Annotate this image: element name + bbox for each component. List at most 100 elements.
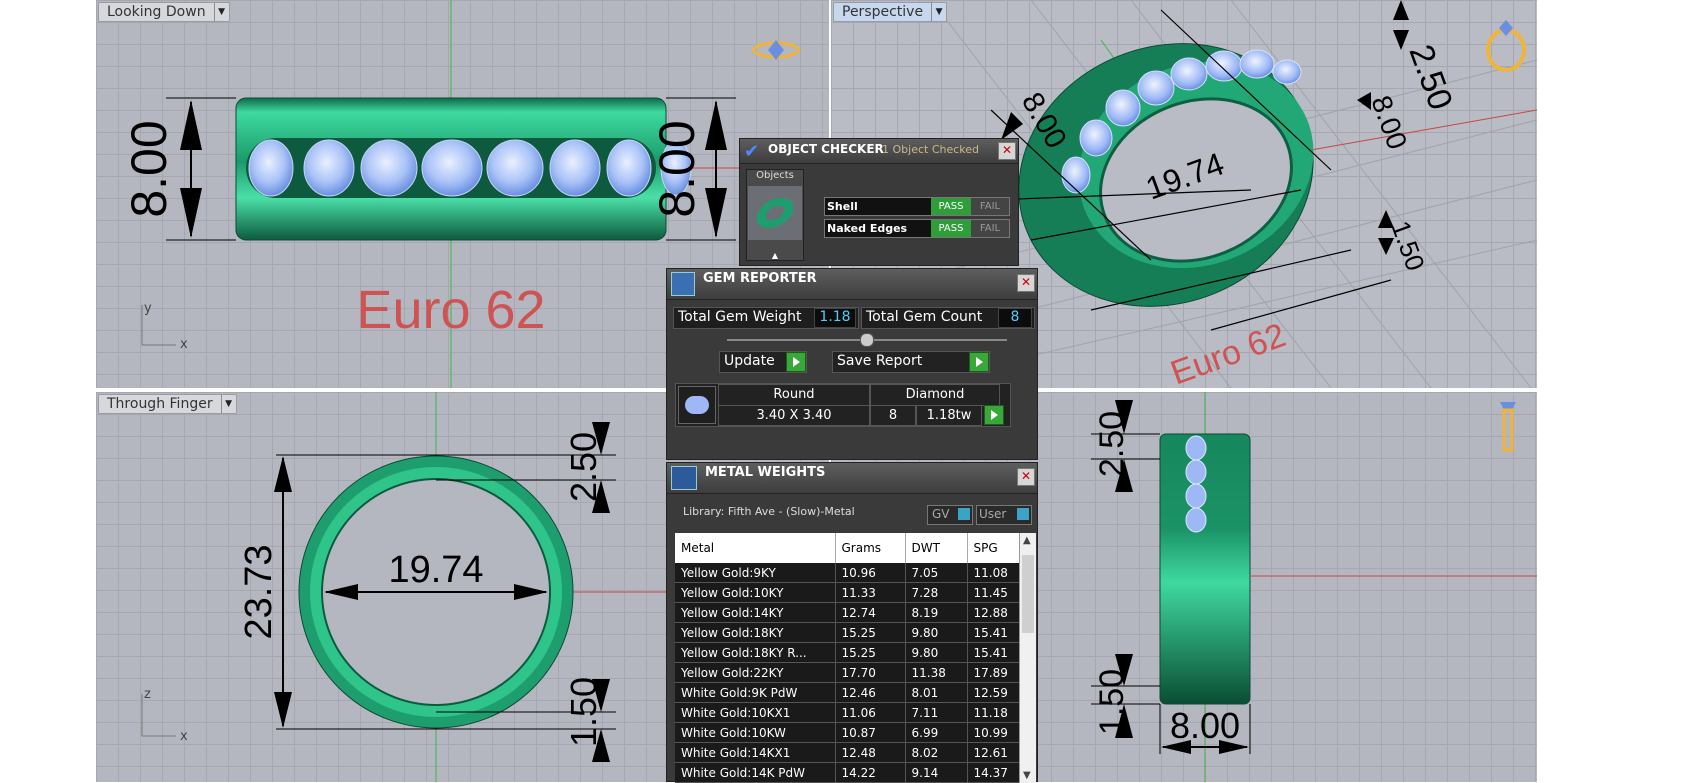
spg-cell: 12.88	[967, 602, 1019, 623]
table-row[interactable]: Yellow Gold:22KY 17.70 11.38 17.89	[675, 662, 1019, 683]
viewport-label-looking-down[interactable]: Looking Down ▼	[98, 2, 230, 22]
chevron-down-icon[interactable]: ▼	[931, 3, 946, 21]
grams-cell: 11.06	[835, 702, 906, 723]
scroll-thumb	[1022, 555, 1034, 633]
table-row[interactable]: Yellow Gold:18KY 15.25 9.80 15.41	[675, 622, 1019, 643]
table-row[interactable]: White Gold:10KX1 11.06 7.11 11.18	[675, 702, 1019, 723]
metal-weights-icon	[671, 466, 697, 490]
gem-reporter-titlebar[interactable]: GEM REPORTER ✕	[667, 269, 1037, 300]
total-gem-weight: Total Gem Weight 1.18	[673, 307, 859, 329]
gv-toggle[interactable]: GV	[927, 505, 973, 525]
user-toggle[interactable]: User	[976, 505, 1032, 525]
dim-persp-bottom: 1.50	[1385, 217, 1431, 275]
close-icon[interactable]: ✕	[1017, 468, 1035, 486]
close-icon[interactable]: ✕	[998, 142, 1016, 160]
dwt-cell: 8.02	[905, 742, 968, 763]
dim-persp-top: 2.50	[1401, 40, 1459, 115]
table-row[interactable]: White Gold:14K PdW 14.22 9.14 14.37	[675, 762, 1019, 783]
dwt-cell: 6.99	[905, 722, 968, 743]
metal-name-cell: White Gold:14KX1	[675, 742, 836, 763]
metal-name-cell: White Gold:10KW	[675, 722, 836, 743]
grams-cell: 12.48	[835, 742, 906, 763]
dim-band-width: 8.00	[1170, 705, 1240, 746]
spg-cell: 12.61	[967, 742, 1019, 763]
dim-outer-height: 23.73	[238, 544, 280, 639]
table-row[interactable]: White Gold:9K PdW 12.46 8.01 12.59	[675, 682, 1019, 703]
dwt-cell: 9.14	[905, 762, 968, 783]
grams-cell: 12.46	[835, 682, 906, 703]
gem-size: 3.40 X 3.40	[718, 405, 870, 426]
spg-cell: 11.18	[967, 702, 1019, 723]
objects-thumbnail[interactable]: Objects ▲	[746, 169, 804, 261]
gem-slider[interactable]	[727, 333, 1007, 347]
metal-weights-panel: METAL WEIGHTS ✕ Library: Fifth Ave - (Sl…	[666, 462, 1038, 783]
dim-bottom-thickness: 1.50	[563, 677, 604, 747]
chevron-down-icon: ▼	[1023, 770, 1031, 781]
table-row[interactable]: Yellow Gold:10KY 11.33 7.28 11.45	[675, 582, 1019, 603]
dim-inner-diameter: 19.74	[388, 549, 483, 591]
dwt-cell: 11.38	[905, 662, 968, 683]
dwt-cell: 7.28	[905, 582, 968, 603]
viewport-label-perspective[interactable]: Perspective ▼	[833, 2, 948, 22]
check-row-naked-edges: Naked Edges PASS FAIL	[824, 219, 1010, 238]
gem-shape: Round	[718, 384, 870, 406]
object-checker-titlebar[interactable]: ✔ OBJECT CHECKER 1 Object Checked ✕	[740, 139, 1018, 164]
ring-profile-icon	[1500, 402, 1516, 452]
grams-cell: 11.33	[835, 582, 906, 603]
table-header: Metal Grams DWT SPG	[675, 533, 1019, 563]
object-checker-title: OBJECT CHECKER	[768, 142, 884, 156]
gem-report-icon	[671, 272, 695, 296]
pass-badge: PASS	[931, 220, 971, 237]
gem-reporter-title: GEM REPORTER	[703, 271, 817, 286]
table-row[interactable]: Yellow Gold:18KY R... 15.25 9.80 15.41	[675, 642, 1019, 663]
gem-row	[248, 139, 692, 197]
metal-name-cell: White Gold:9K PdW	[675, 682, 836, 703]
table-row[interactable]: Yellow Gold:14KY 12.74 8.19 12.88	[675, 602, 1019, 623]
ring-size-label-persp: Euro 62	[1166, 316, 1291, 388]
slider-handle[interactable]	[860, 333, 874, 347]
viewport-label-through-finger[interactable]: Through Finger ▼	[98, 394, 237, 414]
grams-cell: 14.22	[835, 762, 906, 783]
spg-cell: 11.45	[967, 582, 1019, 603]
table-row[interactable]: Yellow Gold:9KY 10.96 7.05 11.08	[675, 563, 1019, 583]
gem-row[interactable]: Round Diamond 3.40 X 3.40 8 1.18tw	[675, 383, 1011, 427]
table-row[interactable]: White Gold:10KW 10.87 6.99 10.99	[675, 722, 1019, 743]
metal-weights-title: METAL WEIGHTS	[705, 465, 826, 480]
spg-cell: 10.99	[967, 722, 1019, 743]
fail-badge: FAIL	[971, 198, 1009, 215]
metal-library-label: Library: Fifth Ave - (Slow)-Metal	[683, 505, 855, 518]
update-button[interactable]: Update	[719, 351, 807, 373]
fail-badge: FAIL	[971, 220, 1009, 237]
metal-weights-titlebar[interactable]: METAL WEIGHTS ✕	[667, 463, 1037, 494]
metal-table-scrollbar[interactable]: ▲ ▼	[1019, 533, 1036, 783]
dwt-cell: 7.11	[905, 702, 968, 723]
spg-cell: 11.08	[967, 563, 1019, 583]
play-icon[interactable]	[984, 405, 1004, 425]
spg-cell: 12.59	[967, 682, 1019, 703]
total-gem-count-value: 8	[998, 308, 1032, 328]
save-report-button[interactable]: Save Report	[832, 351, 990, 373]
table-row[interactable]: White Gold:14KX1 12.48 8.02 12.61	[675, 742, 1019, 763]
metal-table-wrap[interactable]: Metal Grams DWT SPG Yellow Gold:9KY 10.96 7.…	[675, 533, 1019, 783]
chevron-down-icon[interactable]: ▼	[213, 3, 229, 21]
metal-name-cell: Yellow Gold:18KY R...	[675, 642, 836, 663]
total-gem-weight-value: 1.18	[814, 308, 856, 328]
ring-perspective-icon	[1486, 20, 1526, 72]
spg-cell: 15.41	[967, 622, 1019, 643]
dwt-cell: 9.80	[905, 642, 968, 663]
check-icon: ✔	[744, 141, 760, 162]
close-icon[interactable]: ✕	[1017, 274, 1035, 292]
gem-count: 8	[870, 405, 916, 426]
play-icon	[786, 352, 806, 372]
svg-text:z: z	[144, 687, 151, 702]
dim-height-left: 8.00	[121, 120, 177, 217]
dwt-cell: 8.01	[905, 682, 968, 703]
svg-text:y: y	[144, 301, 152, 316]
chevron-up-icon[interactable]: ▲	[747, 251, 803, 260]
spg-cell: 14.37	[967, 762, 1019, 783]
object-checker-panel: ✔ OBJECT CHECKER 1 Object Checked ✕ Obje…	[739, 138, 1019, 266]
chevron-down-icon[interactable]: ▼	[220, 395, 236, 413]
play-icon	[969, 352, 989, 372]
dim-top-thickness: 2.50	[563, 432, 604, 502]
metal-name-cell: Yellow Gold:10KY	[675, 582, 836, 603]
